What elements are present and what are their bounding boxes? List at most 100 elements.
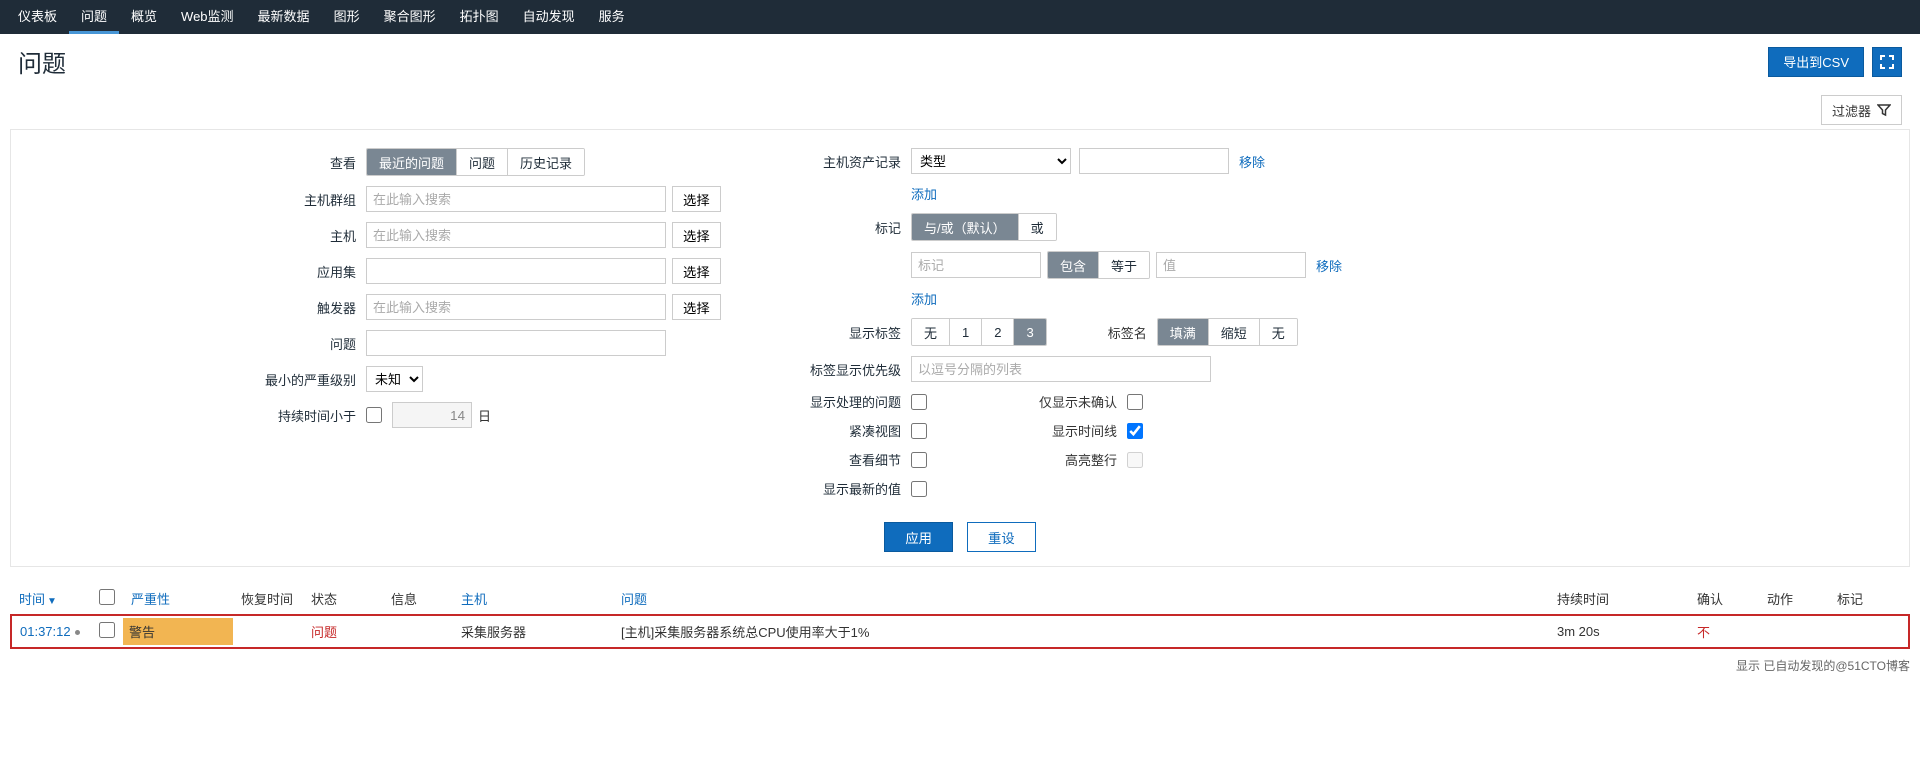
nav-discovery[interactable]: 自动发现	[511, 0, 587, 34]
highlight-label: 高亮整行	[927, 450, 1127, 469]
showtags-3[interactable]: 3	[1013, 319, 1045, 345]
nav-graphs[interactable]: 图形	[322, 0, 372, 34]
nav-web[interactable]: Web监测	[169, 0, 246, 34]
tag-remove-link[interactable]: 移除	[1316, 256, 1342, 275]
tags-mode-segment[interactable]: 与/或（默认） 或	[911, 213, 1057, 241]
tag-add-link[interactable]: 添加	[911, 289, 937, 308]
cell-status: 问题	[311, 625, 337, 640]
filter-toggle[interactable]: 过滤器	[1821, 95, 1902, 125]
inventory-remove-link[interactable]: 移除	[1239, 152, 1265, 171]
tagname-segment[interactable]: 填满 缩短 无	[1157, 318, 1298, 346]
col-host[interactable]: 主机	[453, 583, 613, 615]
view-history[interactable]: 历史记录	[507, 149, 584, 175]
filter-icon	[1877, 103, 1891, 117]
col-severity[interactable]: 严重性	[123, 583, 233, 615]
showtags-none[interactable]: 无	[912, 319, 949, 345]
inventory-value-input[interactable]	[1079, 148, 1229, 174]
inventory-add-link[interactable]: 添加	[911, 184, 937, 203]
showlatest-checkbox[interactable]	[911, 481, 927, 497]
cell-info	[383, 615, 453, 648]
tagpriority-input[interactable]	[911, 356, 1211, 382]
table-row[interactable]: 01:37:12 警告 问题 采集服务器 [主机]采集服务器系统总CPU使用率大…	[11, 615, 1909, 648]
nav-overview[interactable]: 概览	[119, 0, 169, 34]
timeline-dot-icon	[75, 630, 80, 635]
footer-text: 显示 已自动发现的@51CTO博客	[0, 653, 1920, 678]
nav-latest[interactable]: 最新数据	[246, 0, 322, 34]
unackonly-checkbox[interactable]	[1127, 394, 1143, 410]
compact-label: 紧凑视图	[781, 421, 911, 440]
trigger-select-button[interactable]: 选择	[672, 294, 721, 320]
tag-name-input[interactable]	[911, 252, 1041, 278]
agelt-value[interactable]	[392, 402, 472, 428]
fullscreen-button[interactable]	[1872, 47, 1902, 77]
hostgroup-select-button[interactable]: 选择	[672, 186, 721, 212]
row-checkbox[interactable]	[99, 622, 115, 638]
tagname-short[interactable]: 缩短	[1208, 319, 1259, 345]
showtags-1[interactable]: 1	[949, 319, 981, 345]
tagname-label: 标签名	[1047, 323, 1157, 342]
cell-time[interactable]: 01:37:12	[20, 624, 71, 639]
host-select-button[interactable]: 选择	[672, 222, 721, 248]
col-ack: 确认	[1689, 583, 1759, 615]
select-all-checkbox[interactable]	[99, 589, 115, 605]
problem-input[interactable]	[366, 330, 666, 356]
tag-value-input[interactable]	[1156, 252, 1306, 278]
cell-ack[interactable]: 不	[1697, 625, 1710, 640]
view-recent[interactable]: 最近的问题	[367, 149, 456, 175]
trigger-label: 触发器	[21, 298, 366, 317]
expand-icon	[1880, 55, 1894, 69]
nav-maps[interactable]: 拓扑图	[448, 0, 511, 34]
tagname-full[interactable]: 填满	[1158, 319, 1208, 345]
reset-button[interactable]: 重设	[967, 522, 1036, 552]
cell-problem[interactable]: [主机]采集服务器系统总CPU使用率大于1%	[613, 615, 1549, 648]
tag-op-segment[interactable]: 包含 等于	[1047, 251, 1150, 279]
cell-host[interactable]: 采集服务器	[453, 615, 613, 648]
showtags-2[interactable]: 2	[981, 319, 1013, 345]
app-input[interactable]	[366, 258, 666, 284]
col-problem[interactable]: 问题	[613, 583, 1549, 615]
tagname-none[interactable]: 无	[1259, 319, 1297, 345]
compact-checkbox[interactable]	[911, 423, 927, 439]
tags-mode-or[interactable]: 或	[1018, 214, 1056, 240]
trigger-input[interactable]	[366, 294, 666, 320]
filter-toggle-label: 过滤器	[1832, 101, 1871, 120]
inventory-type-select[interactable]: 类型	[911, 148, 1071, 174]
tag-op-contains[interactable]: 包含	[1048, 252, 1098, 278]
app-label: 应用集	[21, 262, 366, 281]
nav-screens[interactable]: 聚合图形	[372, 0, 448, 34]
inventory-label: 主机资产记录	[781, 152, 911, 171]
showsupp-checkbox[interactable]	[911, 394, 927, 410]
showtags-segment[interactable]: 无 1 2 3	[911, 318, 1047, 346]
nav-services[interactable]: 服务	[587, 0, 637, 34]
problem-label: 问题	[21, 334, 366, 353]
cell-recovery	[233, 615, 303, 648]
highlight-checkbox[interactable]	[1127, 452, 1143, 468]
hostgroup-label: 主机群组	[21, 190, 366, 209]
cell-tags	[1829, 615, 1909, 648]
hostgroup-input[interactable]	[366, 186, 666, 212]
view-problem[interactable]: 问题	[456, 149, 507, 175]
nav-problems[interactable]: 问题	[69, 0, 119, 34]
problems-table: 时间▼ 严重性 恢复时间 状态 信息 主机 问题 持续时间 确认 动作 标记 0…	[10, 583, 1910, 649]
apply-button[interactable]: 应用	[884, 522, 953, 552]
cell-actions	[1759, 615, 1829, 648]
nav-dashboard[interactable]: 仪表板	[6, 0, 69, 34]
details-checkbox[interactable]	[911, 452, 927, 468]
col-time[interactable]: 时间▼	[11, 583, 91, 615]
col-status: 状态	[303, 583, 383, 615]
view-segment[interactable]: 最近的问题 问题 历史记录	[366, 148, 585, 176]
host-input[interactable]	[366, 222, 666, 248]
minsev-label: 最小的严重级别	[21, 370, 366, 389]
tag-op-equals[interactable]: 等于	[1098, 252, 1149, 278]
col-tags: 标记	[1829, 583, 1909, 615]
tags-mode-andor[interactable]: 与/或（默认）	[912, 214, 1018, 240]
agelt-checkbox[interactable]	[366, 407, 382, 423]
page-header: 问题 导出到CSV	[0, 34, 1920, 91]
sort-desc-icon: ▼	[47, 596, 57, 607]
export-csv-button[interactable]: 导出到CSV	[1768, 47, 1864, 77]
col-duration: 持续时间	[1549, 583, 1689, 615]
app-select-button[interactable]: 选择	[672, 258, 721, 284]
filter-panel: 查看 最近的问题 问题 历史记录 主机群组 选择 主机 选择 应用集	[10, 129, 1910, 567]
timeline-checkbox[interactable]	[1127, 423, 1143, 439]
minsev-select[interactable]: 未知	[366, 366, 423, 392]
